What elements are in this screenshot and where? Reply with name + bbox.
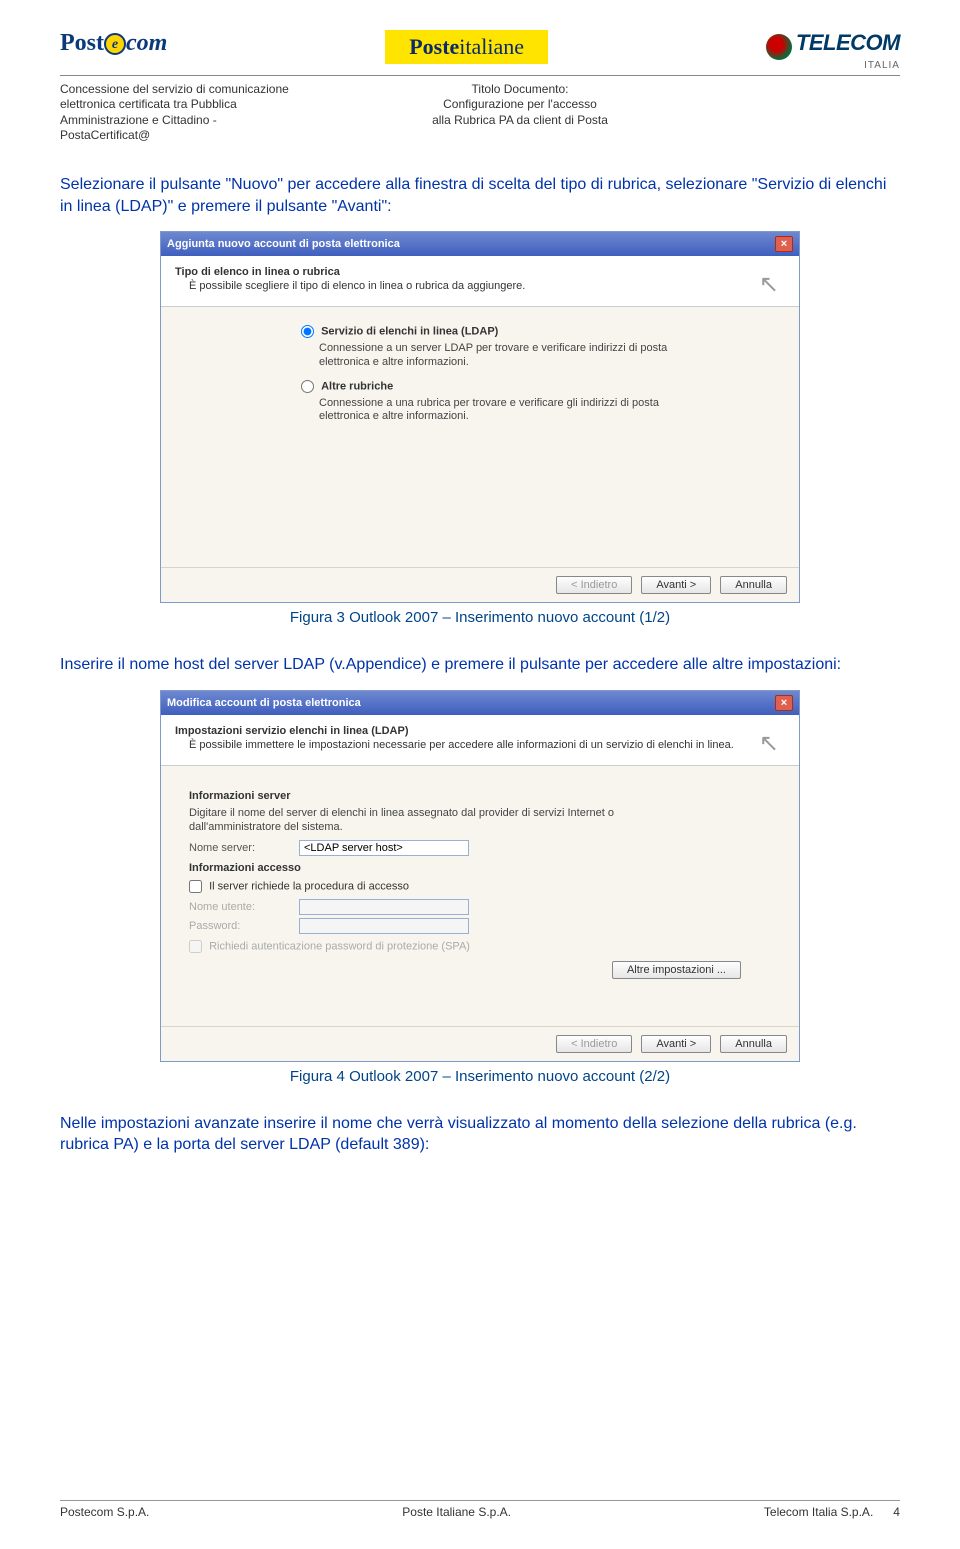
radio-description: Connessione a un server LDAP per trovare… xyxy=(319,342,699,370)
cursor-icon: ↖ xyxy=(759,729,779,758)
login-required-checkbox[interactable] xyxy=(189,880,202,893)
section-server-info: Informazioni server xyxy=(189,790,781,802)
document-subheader: Concessione del servizio di comunicazion… xyxy=(60,82,900,144)
logo-text: italiane xyxy=(459,34,524,59)
cancel-button[interactable]: Annulla xyxy=(720,1035,787,1053)
radio-option-other[interactable]: Altre rubriche xyxy=(301,380,781,393)
back-button: < Indietro xyxy=(556,1035,632,1053)
instruction-paragraph-2: Inserire il nome host del server LDAP (v… xyxy=(60,654,900,676)
dialog-modify-account: Modifica account di posta elettronica × … xyxy=(160,690,800,1062)
logo-subtext: ITALIA xyxy=(766,60,900,71)
checkbox-label: Il server richiede la procedura di acces… xyxy=(209,881,409,893)
logo-posteitaliane-wrap: Posteitaliane xyxy=(385,30,548,64)
dialog-subheading: È possibile immettere le impostazioni ne… xyxy=(189,739,785,751)
swirl-icon xyxy=(766,34,792,60)
spa-checkbox-row: Richiedi autenticazione password di prot… xyxy=(189,940,781,953)
dialog-footer: < Indietro Avanti > Annulla xyxy=(161,1026,799,1061)
dialog-titlebar: Modifica account di posta elettronica × xyxy=(161,691,799,715)
field-label: Nome server: xyxy=(189,842,299,854)
spa-checkbox xyxy=(189,940,202,953)
dialog-subheading: È possibile scegliere il tipo di elenco … xyxy=(189,280,785,292)
close-icon[interactable]: × xyxy=(775,695,793,711)
close-icon[interactable]: × xyxy=(775,236,793,252)
dialog-heading: Tipo di elenco in linea o rubrica xyxy=(175,266,785,278)
footer-right-wrap: Telecom Italia S.p.A. 4 xyxy=(764,1505,900,1519)
dialog-header-area: Impostazioni servizio elenchi in linea (… xyxy=(161,715,799,766)
username-input xyxy=(299,899,469,915)
page-footer: Postecom S.p.A. Poste Italiane S.p.A. Te… xyxy=(60,1500,900,1519)
footer-left: Postecom S.p.A. xyxy=(60,1505,149,1519)
figure-caption-4: Figura 4 Outlook 2007 – Inserimento nuov… xyxy=(60,1068,900,1085)
checkbox-label: Richiedi autenticazione password di prot… xyxy=(209,941,470,953)
dialog-header-area: Tipo di elenco in linea o rubrica È poss… xyxy=(161,256,799,307)
doc-title-block: Titolo Documento: Configurazione per l'a… xyxy=(300,82,740,144)
back-button: < Indietro xyxy=(556,576,632,594)
cancel-button[interactable]: Annulla xyxy=(720,576,787,594)
server-name-row: Nome server: xyxy=(189,840,781,856)
doc-title-label: Titolo Documento: xyxy=(300,82,740,98)
server-name-input[interactable] xyxy=(299,840,469,856)
section-access-info: Informazioni accesso xyxy=(189,862,781,874)
dialog-add-account: Aggiunta nuovo account di posta elettron… xyxy=(160,231,800,603)
footer-center: Poste Italiane S.p.A. xyxy=(402,1505,511,1519)
page-header: Postecom Posteitaliane TELECOM ITALIA xyxy=(60,30,900,76)
logo-postecom: Postecom xyxy=(60,30,167,57)
password-row: Password: xyxy=(189,918,781,934)
logo-text: Post xyxy=(60,30,104,56)
cursor-icon: ↖ xyxy=(759,270,779,299)
doc-title-line: Configurazione per l'accesso xyxy=(300,97,740,113)
footer-right: Telecom Italia S.p.A. xyxy=(764,1505,873,1519)
logo-text: com xyxy=(126,30,167,56)
radio-other-input[interactable] xyxy=(301,380,314,393)
page-number: 4 xyxy=(893,1505,900,1519)
instruction-paragraph-1: Selezionare il pulsante "Nuovo" per acce… xyxy=(60,174,900,217)
dialog-title: Modifica account di posta elettronica xyxy=(167,697,361,709)
dialog-heading: Impostazioni servizio elenchi in linea (… xyxy=(175,725,785,737)
dialog-footer: < Indietro Avanti > Annulla xyxy=(161,567,799,602)
doc-title-line: alla Rubrica PA da client di Posta xyxy=(300,113,740,129)
dialog-title: Aggiunta nuovo account di posta elettron… xyxy=(167,238,400,250)
login-required-checkbox-row[interactable]: Il server richiede la procedura di acces… xyxy=(189,880,781,893)
logo-telecom: TELECOM ITALIA xyxy=(766,30,900,71)
next-button[interactable]: Avanti > xyxy=(641,1035,711,1053)
section-description: Digitare il nome del server di elenchi i… xyxy=(189,806,689,835)
logo-text: Poste xyxy=(409,34,459,59)
radio-option-ldap[interactable]: Servizio di elenchi in linea (LDAP) xyxy=(301,325,781,338)
radio-ldap-input[interactable] xyxy=(301,325,314,338)
radio-description: Connessione a una rubrica per trovare e … xyxy=(319,397,699,425)
radio-label: Servizio di elenchi in linea (LDAP) xyxy=(321,326,498,338)
dialog-content: Servizio di elenchi in linea (LDAP) Conn… xyxy=(161,307,799,567)
password-input xyxy=(299,918,469,934)
dialog-content: Informazioni server Digitare il nome del… xyxy=(161,766,799,1026)
logo-text: TELECOM xyxy=(796,30,900,55)
instruction-paragraph-3: Nelle impostazioni avanzate inserire il … xyxy=(60,1113,900,1156)
figure-caption-3: Figura 3 Outlook 2007 – Inserimento nuov… xyxy=(60,609,900,626)
field-label: Nome utente: xyxy=(189,901,299,913)
next-button[interactable]: Avanti > xyxy=(641,576,711,594)
more-settings-button[interactable]: Altre impostazioni ... xyxy=(612,961,741,979)
field-label: Password: xyxy=(189,920,299,932)
logo-icon-circle: e xyxy=(104,33,126,55)
username-row: Nome utente: xyxy=(189,899,781,915)
more-settings-row: Altre impostazioni ... xyxy=(189,961,781,979)
logo-posteitaliane: Posteitaliane xyxy=(385,30,548,64)
concession-text: Concessione del servizio di comunicazion… xyxy=(60,82,300,144)
dialog-titlebar: Aggiunta nuovo account di posta elettron… xyxy=(161,232,799,256)
radio-label: Altre rubriche xyxy=(321,380,393,392)
